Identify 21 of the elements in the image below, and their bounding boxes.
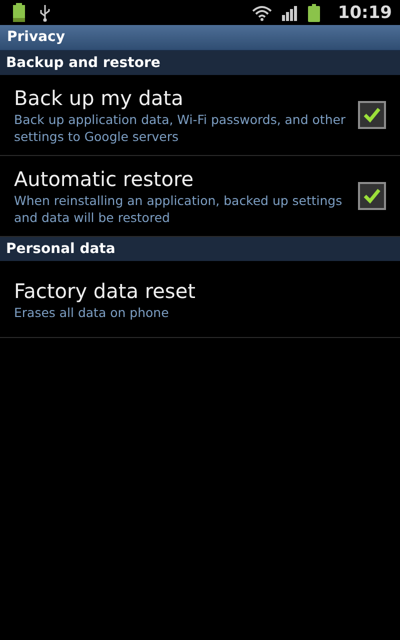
- checkbox[interactable]: [358, 182, 386, 210]
- item-summary: Back up application data, Wi-Fi passwords, and other settings to Google servers: [14, 111, 347, 145]
- section-header: Personal data: [0, 237, 400, 261]
- item-summary: Erases all data on phone: [14, 304, 170, 320]
- settings-item[interactable]: Factory data reset Erases all data on phone: [0, 261, 400, 338]
- clock-time: 10:19: [338, 2, 392, 22]
- signal-icon: [282, 4, 298, 20]
- usb-icon: [40, 4, 50, 22]
- item-summary: When reinstalling an application, backed up settings and data will be restored: [14, 192, 344, 226]
- settings-item[interactable]: Back up my data Back up application data, Wi-Fi passwords, and other settings to Google servers: [0, 75, 400, 156]
- item-title: Factory data reset: [14, 278, 196, 304]
- battery-icon: [308, 4, 320, 22]
- section-header: Backup and restore: [0, 51, 400, 75]
- battery-icon: [12, 2, 26, 22]
- screen-title: Privacy: [0, 25, 400, 51]
- wifi-icon: [252, 4, 272, 20]
- item-title: Back up my data: [14, 85, 184, 111]
- checkbox[interactable]: [358, 101, 386, 129]
- checkmark-icon: [363, 188, 381, 204]
- checkmark-icon: [363, 107, 381, 123]
- item-title: Automatic restore: [14, 166, 195, 192]
